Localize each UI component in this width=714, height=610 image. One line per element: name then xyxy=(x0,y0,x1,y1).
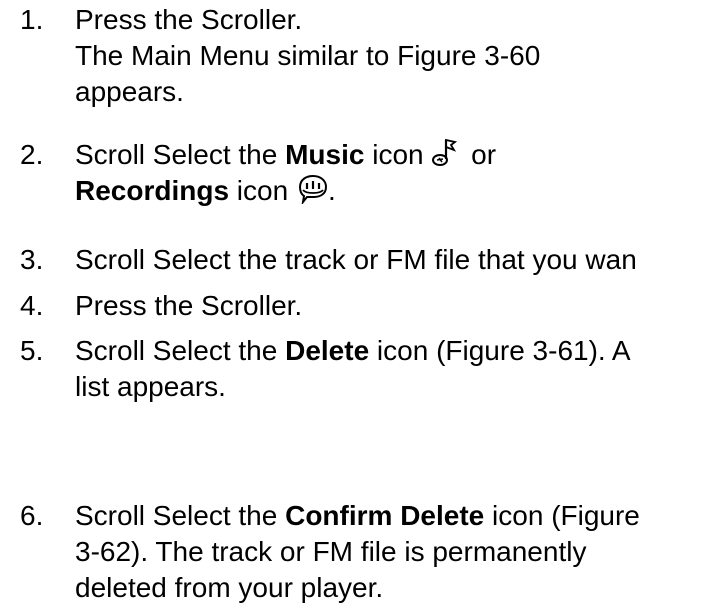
step-number: 3. xyxy=(20,244,44,275)
music-label: Music xyxy=(285,139,365,170)
speech-bubble-icon xyxy=(298,174,327,204)
music-note-icon xyxy=(432,138,458,166)
step-text: Recordings icon . xyxy=(75,174,336,206)
step-text: Press the Scroller. xyxy=(75,4,303,35)
step-text: appears. xyxy=(75,76,184,107)
step-number: 2. xyxy=(20,139,44,170)
step-number: 1. xyxy=(20,4,44,35)
step-number: 4. xyxy=(20,290,44,321)
step-text: 3-62). The track or FM file is permanent… xyxy=(75,536,587,567)
step-number: 6. xyxy=(20,500,44,531)
step-number: 5. xyxy=(20,335,44,366)
recordings-label: Recordings xyxy=(75,175,230,206)
step-text: Press the Scroller. xyxy=(75,290,303,321)
step-text: Scroll Select the Music icon or xyxy=(75,138,497,170)
confirm-delete-label: Confirm Delete xyxy=(285,500,485,531)
step-text: The Main Menu similar to Figure 3-60 xyxy=(75,40,541,71)
step-text: Scroll Select the Confirm Delete icon (F… xyxy=(75,500,640,531)
step-text: deleted from your player. xyxy=(75,572,384,603)
step-text: Scroll Select the track or FM file that … xyxy=(75,244,637,275)
document-page: { "steps": [ { "number": "1.", "lines": … xyxy=(0,0,714,610)
step-text: Scroll Select the Delete icon (Figure 3-… xyxy=(75,335,631,366)
step-text: list appears. xyxy=(75,371,226,402)
delete-label: Delete xyxy=(285,335,370,366)
